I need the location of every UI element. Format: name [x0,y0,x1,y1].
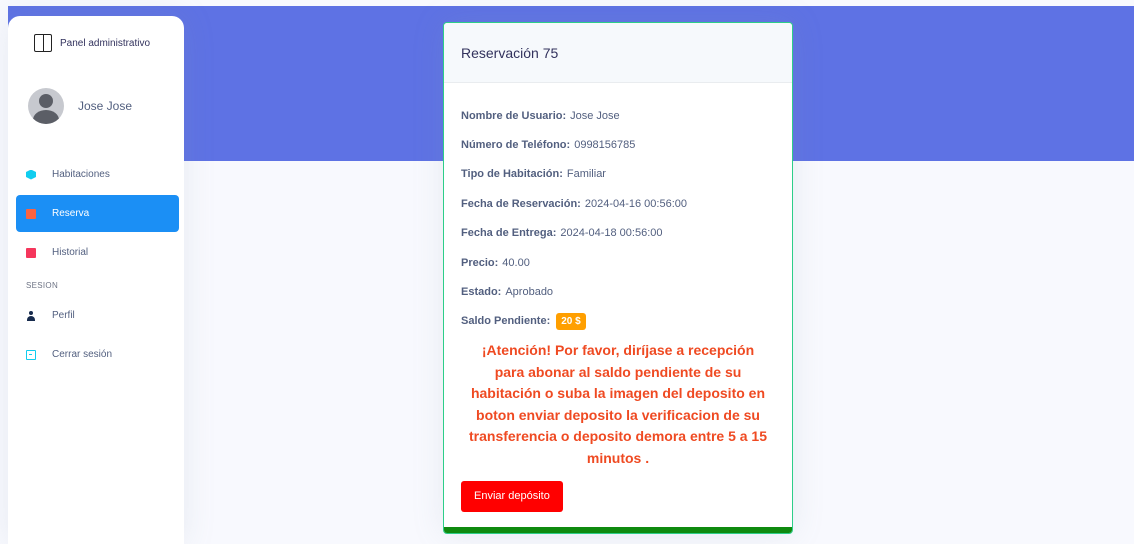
field-value: 2024-04-16 00:56:00 [584,197,687,210]
field-value: Aprobado [505,286,554,299]
field-row: Precio: 40.00 [461,248,775,277]
sidebar-item-historial[interactable]: Historial [16,234,179,271]
field-row: Estado: Aprobado [461,277,775,306]
field-value: Jose Jose [570,109,620,122]
field-value: 0998156785 [574,139,636,152]
field-row: Nombre de Usuario: Jose Jose [461,101,775,130]
field-label: Precio: [461,256,499,269]
saldo-label: Saldo Pendiente: [461,315,551,328]
field-row: Fecha de Reservación: 2024-04-16 00:56:00 [461,189,775,218]
sidebar-item-reserva[interactable]: Reserva [16,195,179,232]
reservation-card: Reservación 75 Nombre de Usuario: Jose Jo… [443,22,793,534]
user-name: Jose Jose [78,99,133,113]
panel-logo-icon [34,34,52,52]
avatar [28,88,64,124]
sidebar-item-label: Cerrar sesión [52,349,113,360]
sidebar-item-label: Perfil [52,310,75,321]
card-title: Reservación 75 [444,23,792,83]
field-value: Familiar [566,168,606,181]
field-label: Nombre de Usuario: [461,109,567,122]
field-row: Fecha de Entrega: 2024-04-18 00:56:00 [461,219,775,248]
sidebar-item-habitaciones[interactable]: Habitaciones [16,156,179,193]
field-value: 2024-04-18 00:56:00 [560,227,663,240]
alert-message: ¡Atención! Por favor, diríjase a recepci… [469,342,767,466]
user-icon [26,310,36,321]
field-row: Número de Teléfono: 0998156785 [461,130,775,159]
field-label: Fecha de Entrega: [461,227,557,240]
sidebar-item-label: Habitaciones [52,169,110,180]
calendar-icon [26,247,36,258]
saldo-row: Saldo Pendiente: 20 $ [461,307,775,336]
logout-icon [26,349,36,360]
sidebar-item-perfil[interactable]: Perfil [16,297,179,334]
brand[interactable]: Panel administrativo [34,34,150,52]
user-profile[interactable]: Jose Jose [28,88,132,124]
section-heading: SESION [26,280,59,290]
left-edge [0,0,8,544]
sidebar-item-label: Reserva [52,208,90,219]
cube-icon [26,169,36,180]
field-label: Estado: [461,286,502,299]
sidebar-nav: Habitaciones Reserva Historial SESION Pe… [16,156,179,375]
sidebar-item-label: Historial [52,247,89,258]
card-footer-bar [444,527,792,533]
field-row: Tipo de Habitación: Familiar [461,160,775,189]
field-value: 40.00 [502,256,530,269]
sidebar: Panel administrativo Jose Jose Habitacio… [8,16,184,544]
field-label: Fecha de Reservación: [461,197,581,210]
send-deposit-button[interactable]: Enviar depósito [461,481,563,513]
card-body: Nombre de Usuario: Jose Jose Número de Te… [444,83,792,513]
sidebar-item-cerrar-sesion[interactable]: Cerrar sesión [16,336,179,373]
calendar-icon [26,208,36,219]
field-label: Tipo de Habitación: [461,168,563,181]
saldo-badge: 20 $ [556,312,586,330]
field-label: Número de Teléfono: [461,139,571,152]
brand-title: Panel administrativo [60,37,151,49]
